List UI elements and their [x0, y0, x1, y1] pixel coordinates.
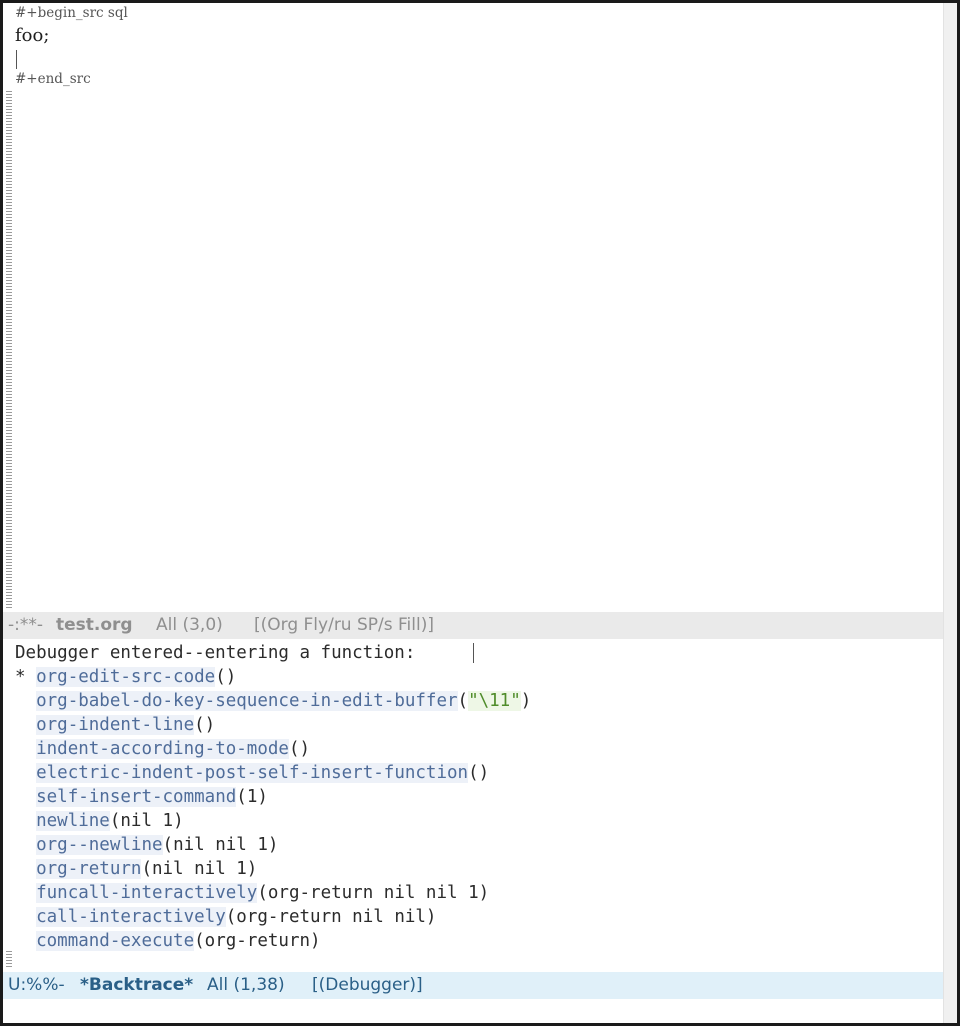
frame-marker [15, 787, 26, 807]
frame-marker: * [15, 667, 26, 687]
frame-function-link[interactable]: org-edit-src-code [36, 667, 216, 687]
empty-lines-fringe [6, 951, 12, 967]
empty-lines-fringe [6, 91, 12, 609]
frame-function-link[interactable]: electric-indent-post-self-insert-functio… [36, 763, 469, 783]
src-end-line: #+end_src [15, 71, 91, 87]
frame-args: () [468, 763, 490, 783]
modeline-org-buffer[interactable]: -:**- test.org All (3,0) [(Org Fly/ru SP… [3, 612, 943, 639]
frame-args: ( [457, 691, 469, 711]
frame-args: (org-return) [194, 931, 321, 951]
frame-args: (org-return nil nil) [225, 907, 437, 927]
frame-args: (1) [236, 787, 268, 807]
backtrace-frame[interactable]: funcall-interactively(org-return nil nil… [15, 881, 489, 905]
modeline-position: All (1,38) [207, 975, 285, 995]
backtrace-frame[interactable]: org-return(nil nil 1) [15, 857, 257, 881]
frame-function-link[interactable]: org-return [36, 859, 142, 879]
frame-function-link[interactable]: org--newline [36, 835, 163, 855]
frame-function-link[interactable]: newline [36, 811, 110, 831]
backtrace-frame[interactable]: * org-edit-src-code() [15, 665, 236, 689]
frame-marker [15, 811, 26, 831]
text-cursor [16, 50, 17, 69]
modeline-modes[interactable]: [(Org Fly/ru SP/s Fill)] [254, 612, 434, 639]
modeline-modes[interactable]: [(Debugger)] [312, 972, 423, 999]
frame-marker [15, 763, 26, 783]
backtrace-frame[interactable]: call-interactively(org-return nil nil) [15, 905, 436, 929]
frame-function-link[interactable]: org-indent-line [36, 715, 195, 735]
backtrace-frame[interactable]: self-insert-command(1) [15, 785, 268, 809]
frame-function-link[interactable]: self-insert-command [36, 787, 237, 807]
frame-function-link[interactable]: indent-according-to-mode [36, 739, 289, 759]
src-begin-line: #+begin_src sql [15, 5, 128, 21]
backtrace-frame[interactable]: org-indent-line() [15, 713, 215, 737]
backtrace-window[interactable]: Debugger entered--entering a function: *… [3, 639, 943, 972]
backtrace-frame[interactable]: electric-indent-post-self-insert-functio… [15, 761, 489, 785]
frame-args: () [215, 667, 237, 687]
vertical-scrollbar[interactable] [943, 3, 957, 1023]
frame-function-link[interactable]: org-babel-do-key-sequence-in-edit-buffer [36, 691, 458, 711]
modeline-buffer-name[interactable]: test.org [56, 612, 133, 639]
frame-marker [15, 835, 26, 855]
backtrace-frame[interactable]: command-execute(org-return) [15, 929, 321, 953]
frame-marker [15, 907, 26, 927]
src-code-line: foo; [15, 25, 50, 46]
backtrace-frame[interactable]: org--newline(nil nil 1) [15, 833, 278, 857]
frame-args: () [288, 739, 311, 759]
frame-marker [15, 739, 26, 759]
frame-string-arg: "\11" [468, 691, 521, 711]
frame-args: (nil nil 1) [162, 835, 279, 855]
frame-marker [15, 931, 26, 951]
text-cursor [473, 643, 474, 663]
modeline-buffer-name[interactable]: *Backtrace* [80, 972, 193, 999]
frame-args: (nil nil 1) [141, 859, 258, 879]
backtrace-frame[interactable]: org-babel-do-key-sequence-in-edit-buffer… [15, 689, 531, 713]
frame-marker [15, 883, 26, 903]
modeline-backtrace[interactable]: U:%%- *Backtrace* All (1,38) [(Debugger)… [3, 972, 943, 999]
frame-marker [15, 715, 26, 735]
org-buffer-window[interactable]: #+begin_src sql foo; #+end_src [3, 3, 943, 612]
backtrace-frame[interactable]: indent-according-to-mode() [15, 737, 310, 761]
backtrace-frame[interactable]: newline(nil 1) [15, 809, 184, 833]
frame-function-link[interactable]: call-interactively [36, 907, 226, 927]
debugger-header: Debugger entered--entering a function: [15, 643, 416, 663]
frame-marker [15, 691, 26, 711]
frame-args: (nil 1) [109, 811, 184, 831]
frame-function-link[interactable]: command-execute [36, 931, 195, 951]
modeline-status: U:%%- [8, 975, 65, 995]
emacs-frame: #+begin_src sql foo; #+end_src -:**- tes… [0, 0, 960, 1026]
frame-args: () [194, 715, 216, 735]
frame-args: (org-return nil nil 1) [257, 883, 490, 903]
modeline-status: -:**- [8, 615, 43, 635]
frame-function-link[interactable]: funcall-interactively [36, 883, 258, 903]
frame-args: ) [520, 691, 532, 711]
modeline-position: All (3,0) [156, 615, 223, 635]
frame-marker [15, 859, 26, 879]
